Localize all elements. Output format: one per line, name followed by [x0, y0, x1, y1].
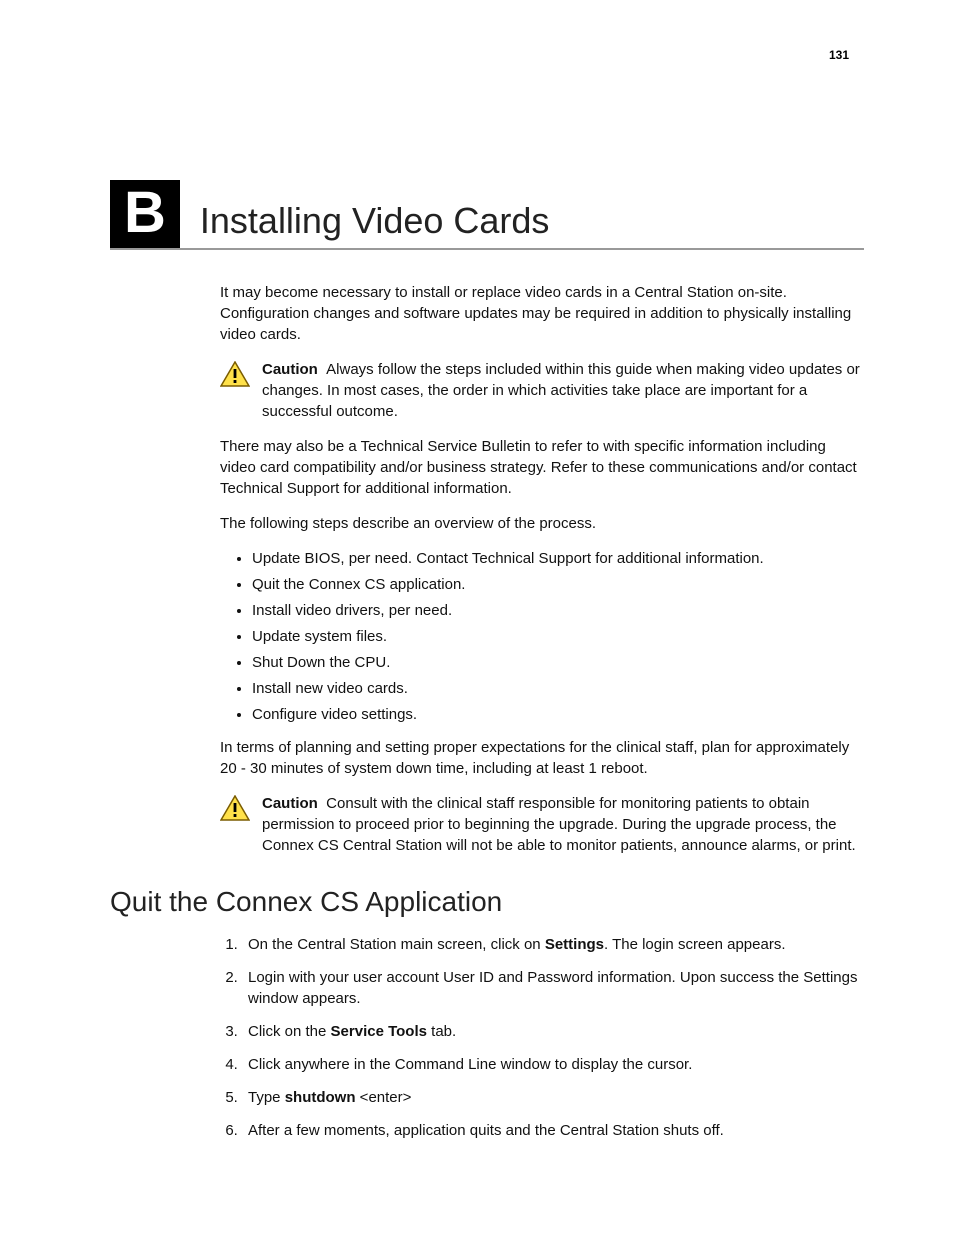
- step-bold: Service Tools: [331, 1023, 427, 1040]
- list-item: Update BIOS, per need. Contact Technical…: [252, 548, 864, 569]
- list-item: Configure video settings.: [252, 704, 864, 725]
- planning-paragraph: In terms of planning and setting proper …: [220, 737, 864, 779]
- tsb-paragraph: There may also be a Technical Service Bu…: [220, 436, 864, 499]
- chapter-badge: B: [110, 180, 180, 248]
- step-item: After a few moments, application quits a…: [242, 1120, 864, 1141]
- steps-content: On the Central Station main screen, clic…: [220, 934, 864, 1141]
- page-number: 131: [829, 48, 849, 62]
- step-item: Click anywhere in the Command Line windo…: [242, 1054, 864, 1075]
- caution-icon: [220, 361, 250, 393]
- chapter-header: B Installing Video Cards: [110, 180, 864, 250]
- list-item: Install new video cards.: [252, 678, 864, 699]
- caution-block-1: Caution Always follow the steps included…: [220, 359, 864, 422]
- list-item: Shut Down the CPU.: [252, 652, 864, 673]
- body-content: It may become necessary to install or re…: [220, 282, 864, 856]
- step-text: tab.: [427, 1023, 456, 1040]
- step-text: Click on the: [248, 1023, 331, 1040]
- list-item: Quit the Connex CS application.: [252, 574, 864, 595]
- caution-text-1: Caution Always follow the steps included…: [262, 359, 864, 422]
- steps-list: On the Central Station main screen, clic…: [220, 934, 864, 1141]
- overview-paragraph: The following steps describe an overview…: [220, 513, 864, 534]
- caution-label: Caution: [262, 795, 318, 812]
- section-title-quit: Quit the Connex CS Application: [110, 886, 864, 918]
- step-text: <enter>: [356, 1089, 412, 1106]
- step-item: Type shutdown <enter>: [242, 1087, 864, 1108]
- overview-bullet-list: Update BIOS, per need. Contact Technical…: [220, 548, 864, 725]
- chapter-title: Installing Video Cards: [200, 200, 550, 242]
- caution-label: Caution: [262, 361, 318, 378]
- step-text: Type: [248, 1089, 285, 1106]
- step-bold: shutdown: [285, 1089, 356, 1106]
- step-item: Click on the Service Tools tab.: [242, 1021, 864, 1042]
- list-item: Update system files.: [252, 626, 864, 647]
- caution-body: Always follow the steps included within …: [262, 361, 860, 420]
- caution-text-2: Caution Consult with the clinical staff …: [262, 793, 864, 856]
- caution-block-2: Caution Consult with the clinical staff …: [220, 793, 864, 856]
- caution-body: Consult with the clinical staff responsi…: [262, 795, 856, 854]
- step-item: On the Central Station main screen, clic…: [242, 934, 864, 955]
- step-bold: Settings: [545, 936, 604, 953]
- intro-paragraph: It may become necessary to install or re…: [220, 282, 864, 345]
- step-item: Login with your user account User ID and…: [242, 967, 864, 1009]
- step-text: On the Central Station main screen, clic…: [248, 936, 545, 953]
- list-item: Install video drivers, per need.: [252, 600, 864, 621]
- caution-icon: [220, 795, 250, 827]
- step-text: . The login screen appears.: [604, 936, 786, 953]
- document-page: 131 B Installing Video Cards It may beco…: [0, 0, 954, 1213]
